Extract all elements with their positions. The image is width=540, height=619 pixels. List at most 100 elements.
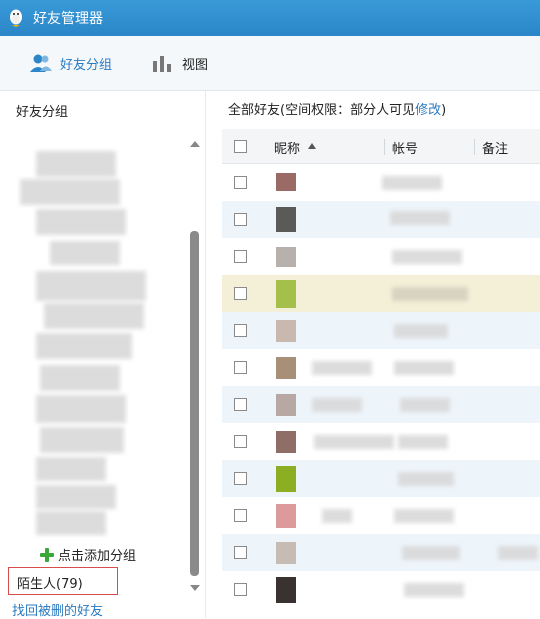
stranger-group[interactable]: 陌生人(79) — [8, 567, 118, 595]
table-row[interactable] — [222, 423, 540, 460]
qq-penguin-icon — [10, 9, 22, 27]
plus-icon — [40, 547, 54, 562]
select-all-checkbox[interactable] — [234, 140, 247, 153]
table-row[interactable] — [222, 164, 540, 201]
group-sidebar: 好友分组 点击添加分组 陌生人(79) 找回被删的好友 — [0, 91, 206, 619]
list-item[interactable] — [50, 241, 120, 265]
list-item — [400, 398, 450, 412]
row-checkbox[interactable] — [234, 361, 247, 374]
list-item — [322, 509, 352, 523]
sort-up-icon — [308, 143, 316, 149]
list-item — [312, 398, 362, 412]
list-item[interactable] — [36, 209, 126, 235]
row-checkbox[interactable] — [234, 176, 247, 189]
table-row[interactable] — [222, 201, 540, 238]
scrollbar-thumb[interactable] — [190, 231, 199, 576]
column-divider[interactable] — [474, 139, 475, 155]
scroll-down-arrow-icon[interactable] — [190, 585, 200, 591]
list-item — [404, 583, 464, 597]
row-checkbox[interactable] — [234, 250, 247, 263]
title-suffix: ) — [441, 103, 447, 118]
table-row[interactable] — [222, 312, 540, 349]
row-checkbox[interactable] — [234, 324, 247, 337]
column-divider[interactable] — [384, 139, 385, 155]
column-remark[interactable]: 备注 — [482, 138, 508, 157]
row-checkbox[interactable] — [234, 546, 247, 559]
avatar — [276, 577, 296, 603]
row-checkbox[interactable] — [234, 435, 247, 448]
avatar — [276, 247, 296, 267]
window-title: 好友管理器 — [33, 11, 103, 27]
table-row[interactable] — [222, 275, 540, 312]
list-item — [312, 361, 372, 375]
avatar — [276, 542, 296, 564]
list-item[interactable] — [36, 333, 132, 359]
table-row[interactable] — [222, 238, 540, 275]
tab-friend-groups-label: 好友分组 — [60, 57, 113, 73]
column-nickname[interactable]: 昵称 — [274, 138, 300, 157]
list-item — [382, 176, 442, 190]
modify-permission-link[interactable]: 修改 — [415, 103, 441, 118]
table-row[interactable] — [222, 386, 540, 423]
table-row[interactable] — [222, 497, 540, 534]
table-row[interactable] — [222, 534, 540, 571]
avatar — [276, 466, 296, 492]
table-row[interactable] — [222, 460, 540, 497]
sidebar-scrollbar[interactable] — [188, 141, 200, 591]
avatar — [276, 504, 296, 528]
row-checkbox[interactable] — [234, 472, 247, 485]
list-item — [498, 546, 538, 560]
row-checkbox[interactable] — [234, 509, 247, 522]
row-checkbox[interactable] — [234, 213, 247, 226]
row-checkbox[interactable] — [234, 583, 247, 596]
list-item — [392, 287, 468, 301]
table-row[interactable] — [222, 349, 540, 386]
list-item[interactable] — [44, 303, 144, 329]
friend-list-title: 全部好友(空间权限：部分人可见修改) — [228, 99, 446, 118]
scroll-up-arrow-icon[interactable] — [190, 141, 200, 147]
add-group-label: 点击添加分组 — [58, 549, 137, 564]
list-item — [394, 361, 454, 375]
avatar — [276, 431, 296, 453]
list-item — [398, 472, 454, 486]
tab-view-label: 视图 — [182, 57, 209, 73]
add-group-button[interactable]: 点击添加分组 — [40, 545, 136, 564]
list-item[interactable] — [40, 427, 124, 453]
column-account[interactable]: 帐号 — [392, 138, 418, 157]
avatar — [276, 394, 296, 416]
list-item[interactable] — [36, 395, 126, 423]
list-item[interactable] — [36, 485, 116, 509]
list-item — [398, 435, 448, 449]
list-item[interactable] — [20, 179, 120, 205]
avatar — [276, 280, 296, 308]
avatar — [276, 357, 296, 379]
list-item — [402, 546, 460, 560]
bar-chart-icon — [153, 56, 171, 72]
list-item — [392, 250, 462, 264]
list-item — [390, 211, 450, 225]
list-item[interactable] — [36, 271, 146, 301]
sidebar-title: 好友分组 — [16, 105, 69, 120]
users-icon — [30, 54, 52, 72]
row-checkbox[interactable] — [234, 287, 247, 300]
avatar — [276, 207, 296, 232]
friend-list-panel: 全部好友(空间权限：部分人可见修改) 昵称 帐号 备注 — [206, 91, 540, 618]
list-item[interactable] — [40, 365, 120, 391]
table-row[interactable] — [222, 571, 540, 608]
avatar — [276, 320, 296, 342]
list-item[interactable] — [36, 151, 116, 177]
tab-friend-groups[interactable]: 好友分组 — [30, 52, 112, 74]
row-checkbox[interactable] — [234, 398, 247, 411]
list-item[interactable] — [36, 457, 106, 481]
avatar — [276, 173, 296, 191]
recover-deleted-friends-link[interactable]: 找回被删的好友 — [12, 600, 103, 619]
table-header: 昵称 帐号 备注 — [222, 129, 540, 164]
title-bar: 好友管理器 — [0, 0, 540, 36]
title-prefix: 全部好友(空间权限：部分人可见 — [228, 103, 416, 118]
list-item — [394, 509, 454, 523]
list-item — [394, 324, 448, 338]
list-item — [314, 435, 394, 449]
list-item[interactable] — [36, 511, 106, 535]
toolbar: 好友分组 视图 — [0, 36, 540, 91]
tab-view[interactable]: 视图 — [152, 52, 208, 74]
